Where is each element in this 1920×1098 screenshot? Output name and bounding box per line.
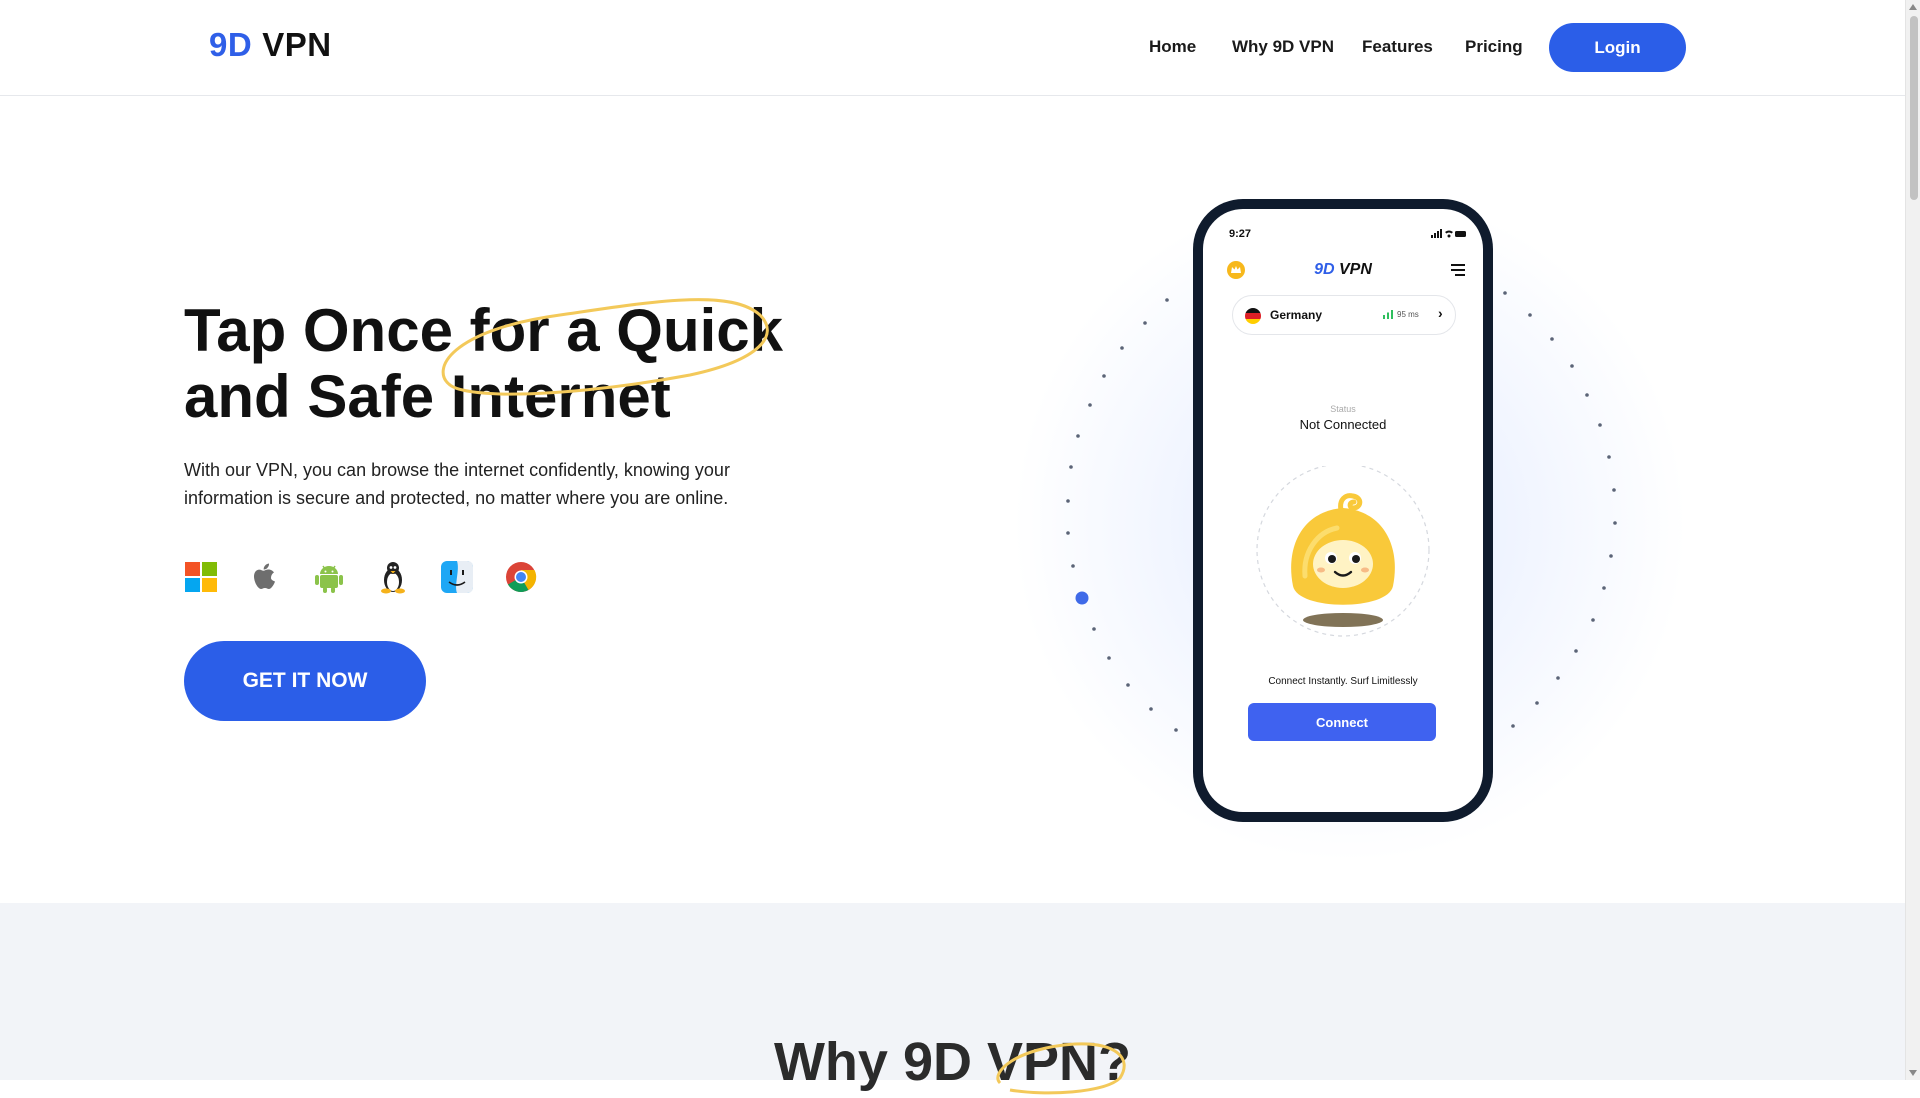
country-name: Germany xyxy=(1270,308,1323,322)
app-title: 9D VPN xyxy=(1203,261,1483,279)
page-scrollbar[interactable] xyxy=(1905,0,1920,1080)
why-section: Why 9D VPN? xyxy=(0,903,1905,1095)
tagline: Connect Instantly. Surf Limitlessly xyxy=(1268,676,1418,687)
apple-icon[interactable] xyxy=(248,560,282,594)
nav-pricing[interactable]: Pricing xyxy=(1465,37,1523,57)
chrome-icon[interactable] xyxy=(504,560,538,594)
country-selector[interactable]: Germany 95 ms › xyxy=(1232,295,1456,335)
login-button[interactable]: Login xyxy=(1549,23,1686,72)
logo-accent: 9D xyxy=(209,26,253,63)
app-title-text: VPN xyxy=(1339,261,1372,278)
site-header: 9D VPN Home Why 9D VPN Features Pricing L… xyxy=(0,0,1905,96)
hero-description: With our VPN, you can browse the interne… xyxy=(184,460,730,508)
android-icon[interactable] xyxy=(312,560,346,594)
status-bar-icons xyxy=(1431,229,1466,238)
linux-icon[interactable] xyxy=(376,560,410,594)
nav-features[interactable]: Features xyxy=(1362,37,1433,57)
chevron-right-icon: › xyxy=(1438,305,1443,321)
windows-icon[interactable] xyxy=(184,560,218,594)
scroll-down-arrow-icon[interactable] xyxy=(1909,1070,1917,1076)
macos-finder-icon[interactable] xyxy=(440,560,474,594)
ping-value: 95 ms xyxy=(1397,310,1419,319)
status-label: Status xyxy=(1330,404,1356,414)
highlight-ring-decoration xyxy=(441,298,769,396)
germany-flag-icon xyxy=(1245,308,1261,324)
scrollbar-thumb[interactable] xyxy=(1910,16,1918,200)
phone-mockup: 9:27 9D VPN Germany 95 ms › Status Not C… xyxy=(1193,199,1493,822)
site-logo[interactable]: 9D VPN xyxy=(209,26,332,64)
why-section-title: Why 9D VPN? xyxy=(773,1032,1132,1092)
scroll-up-arrow-icon[interactable] xyxy=(1909,4,1917,10)
nav-home[interactable]: Home xyxy=(1149,37,1196,57)
hamburger-menu-icon[interactable] xyxy=(1451,264,1465,276)
nav-why-9d-vpn[interactable]: Why 9D VPN xyxy=(1232,37,1334,57)
status-value: Not Connected xyxy=(1299,417,1387,432)
signal-strength-icon xyxy=(1383,310,1393,319)
phone-screen: 9:27 9D VPN Germany 95 ms › Status Not C… xyxy=(1203,209,1483,812)
title-highlight-ring-decoration xyxy=(996,1042,1126,1095)
app-title-accent: 9D xyxy=(1314,261,1335,278)
mascot-character[interactable] xyxy=(1253,466,1433,646)
get-it-now-button[interactable]: GET IT NOW xyxy=(184,641,426,721)
logo-text: VPN xyxy=(262,26,332,63)
status-bar-time: 9:27 xyxy=(1229,228,1252,240)
connect-button[interactable]: Connect xyxy=(1248,703,1436,741)
